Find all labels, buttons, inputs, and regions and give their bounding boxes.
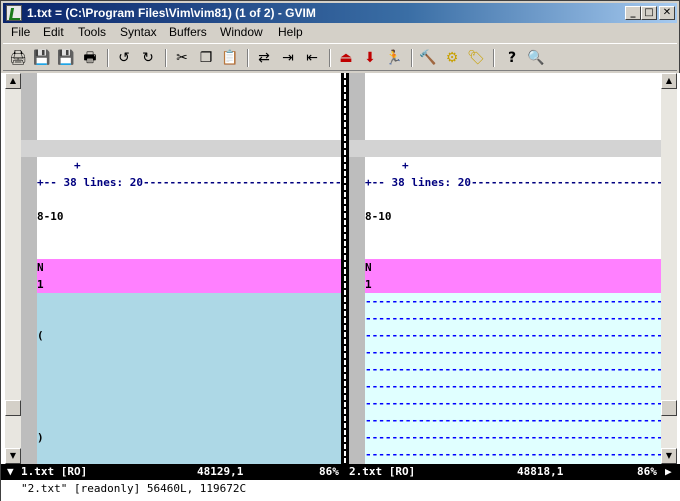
diff-change-line: 1 — [365, 276, 661, 293]
toolbar-separator — [107, 49, 109, 67]
filler-line: ----------------------------------------… — [365, 327, 661, 344]
editor-area[interactable]: ▲ ▼ + +-- 38 lines: 20------------------… — [1, 73, 680, 484]
make-icon[interactable]: 🔨 — [417, 47, 439, 69]
open-icon[interactable]: 🖨 — [7, 47, 29, 69]
close-button[interactable]: ✕ — [659, 6, 675, 20]
save-session-icon[interactable]: ⬇ — [359, 47, 381, 69]
menu-tools[interactable]: Tools — [78, 25, 106, 39]
toolbar-separator — [493, 49, 495, 67]
filler-line: ----------------------------------------… — [365, 361, 661, 378]
copy-icon[interactable]: ❐ — [195, 47, 217, 69]
fold-line[interactable]: + +-- 38 lines: 20----------------------… — [21, 140, 341, 189]
left-diff-pane[interactable]: + +-- 38 lines: 20----------------------… — [21, 73, 341, 464]
toolbar-separator — [329, 49, 331, 67]
vim-logo-icon[interactable] — [6, 5, 22, 21]
status-line: ▼ 1.txt [RO] 48129,1 86% 2.txt [RO] 4881… — [1, 464, 680, 480]
filler-line: ----------------------------------------… — [365, 395, 661, 412]
text-line: 8-10 — [37, 210, 64, 223]
filler-line: ----------------------------------------… — [365, 378, 661, 395]
menu-syntax[interactable]: Syntax — [120, 25, 157, 39]
fold-column — [349, 73, 365, 464]
run-ctags-icon[interactable]: ⚙ — [441, 47, 463, 69]
find-help-icon[interactable]: 🔍 — [525, 47, 547, 69]
left-scrollbar[interactable]: ▲ ▼ — [5, 73, 21, 464]
title-bar[interactable]: 1.txt = (C:\Program Files\Vim\vim81) (1 … — [3, 3, 677, 23]
menu-file[interactable]: File — [11, 25, 30, 39]
fold-marker: + — [73, 159, 81, 172]
text-line: 8-10 — [365, 210, 392, 223]
menu-bar: File Edit Tools Syntax Buffers Window He… — [3, 24, 677, 42]
right-status-file: 2.txt [RO] — [349, 465, 416, 478]
left-status-percent: 86% — [319, 465, 339, 478]
fold-text: +-- 38 lines: 20------------------------… — [37, 176, 341, 189]
left-status-position: 48129,1 — [197, 465, 244, 478]
toolbar: 🖨 💾 💾 🖶 ↺ ↻ ✂ ❐ 📋 ⇄ ⇥ ⇤ ⏏ ⬇ 🏃 🔨 ⚙ 🏷 ? 🔍 — [3, 43, 677, 71]
toolbar-separator — [411, 49, 413, 67]
diff-change-line: N — [37, 259, 341, 276]
menu-edit[interactable]: Edit — [43, 25, 64, 39]
fold-marker: + — [401, 159, 409, 172]
save-all-icon[interactable]: 💾 — [55, 47, 77, 69]
filler-line: ----------------------------------------… — [365, 412, 661, 429]
text-line: ) — [37, 431, 44, 444]
maximize-button[interactable]: □ — [641, 6, 657, 20]
run-script-icon[interactable]: 🏃 — [383, 47, 405, 69]
fold-text: +-- 38 lines: 20------------------------… — [365, 176, 661, 189]
scroll-up-arrow[interactable]: ▲ — [5, 73, 21, 89]
left-status-file: 1.txt [RO] — [21, 465, 88, 478]
diff-add-block — [37, 293, 341, 464]
window-title: 1.txt = (C:\Program Files\Vim\vim81) (1 … — [27, 6, 316, 20]
diff-change-line: N — [365, 259, 661, 276]
undo-icon[interactable]: ↺ — [113, 47, 135, 69]
command-line[interactable]: "2.txt" [readonly] 56460L, 119672C — [1, 481, 680, 501]
gvim-window: 1.txt = (C:\Program Files\Vim\vim81) (1 … — [0, 0, 680, 501]
right-status-percent: 86% — [637, 465, 657, 478]
right-status-position: 48818,1 — [517, 465, 564, 478]
scroll-up-arrow[interactable]: ▲ — [661, 73, 677, 89]
scroll-down-arrow[interactable]: ▼ — [5, 448, 21, 464]
toolbar-separator — [165, 49, 167, 67]
print-icon[interactable]: 🖶 — [79, 47, 101, 69]
filler-line: ----------------------------------------… — [365, 429, 661, 446]
minimize-button[interactable]: _ — [625, 6, 641, 20]
save-icon[interactable]: 💾 — [31, 47, 53, 69]
paste-icon[interactable]: 📋 — [219, 47, 241, 69]
find-next-icon[interactable]: ⇥ — [277, 47, 299, 69]
fold-line[interactable]: + +-- 38 lines: 20----------------------… — [349, 140, 661, 189]
status-arrow-right: ▶ — [665, 465, 672, 478]
cursor-char: N — [365, 261, 372, 274]
right-diff-pane[interactable]: + +-- 38 lines: 20----------------------… — [349, 73, 661, 464]
menu-buffers[interactable]: Buffers — [169, 25, 207, 39]
cursor-char: N — [37, 261, 44, 274]
filler-line: ----------------------------------------… — [365, 344, 661, 361]
redo-icon[interactable]: ↻ — [137, 47, 159, 69]
fold-column — [21, 73, 37, 464]
load-session-icon[interactable]: ⏏ — [335, 47, 357, 69]
replace-icon[interactable]: ⇄ — [253, 47, 275, 69]
menu-window[interactable]: Window — [220, 25, 263, 39]
toolbar-separator — [247, 49, 249, 67]
filler-line: ----------------------------------------… — [365, 446, 661, 464]
status-arrow-left: ▼ — [7, 465, 14, 478]
scroll-thumb[interactable] — [5, 400, 21, 416]
diff-change-line: 1 — [37, 276, 341, 293]
scroll-down-arrow[interactable]: ▼ — [661, 448, 677, 464]
help-icon[interactable]: ? — [501, 47, 523, 69]
jump-tag-icon[interactable]: 🏷 — [465, 47, 487, 69]
menu-help[interactable]: Help — [278, 25, 303, 39]
vertical-split-bar[interactable] — [341, 73, 349, 464]
filler-line: ----------------------------------------… — [365, 310, 661, 327]
text-line: ( — [37, 329, 44, 342]
scroll-thumb[interactable] — [661, 400, 677, 416]
filler-line: ----------------------------------------… — [365, 293, 661, 310]
right-scrollbar[interactable]: ▲ ▼ — [661, 73, 677, 464]
find-prev-icon[interactable]: ⇤ — [301, 47, 323, 69]
cut-icon[interactable]: ✂ — [171, 47, 193, 69]
